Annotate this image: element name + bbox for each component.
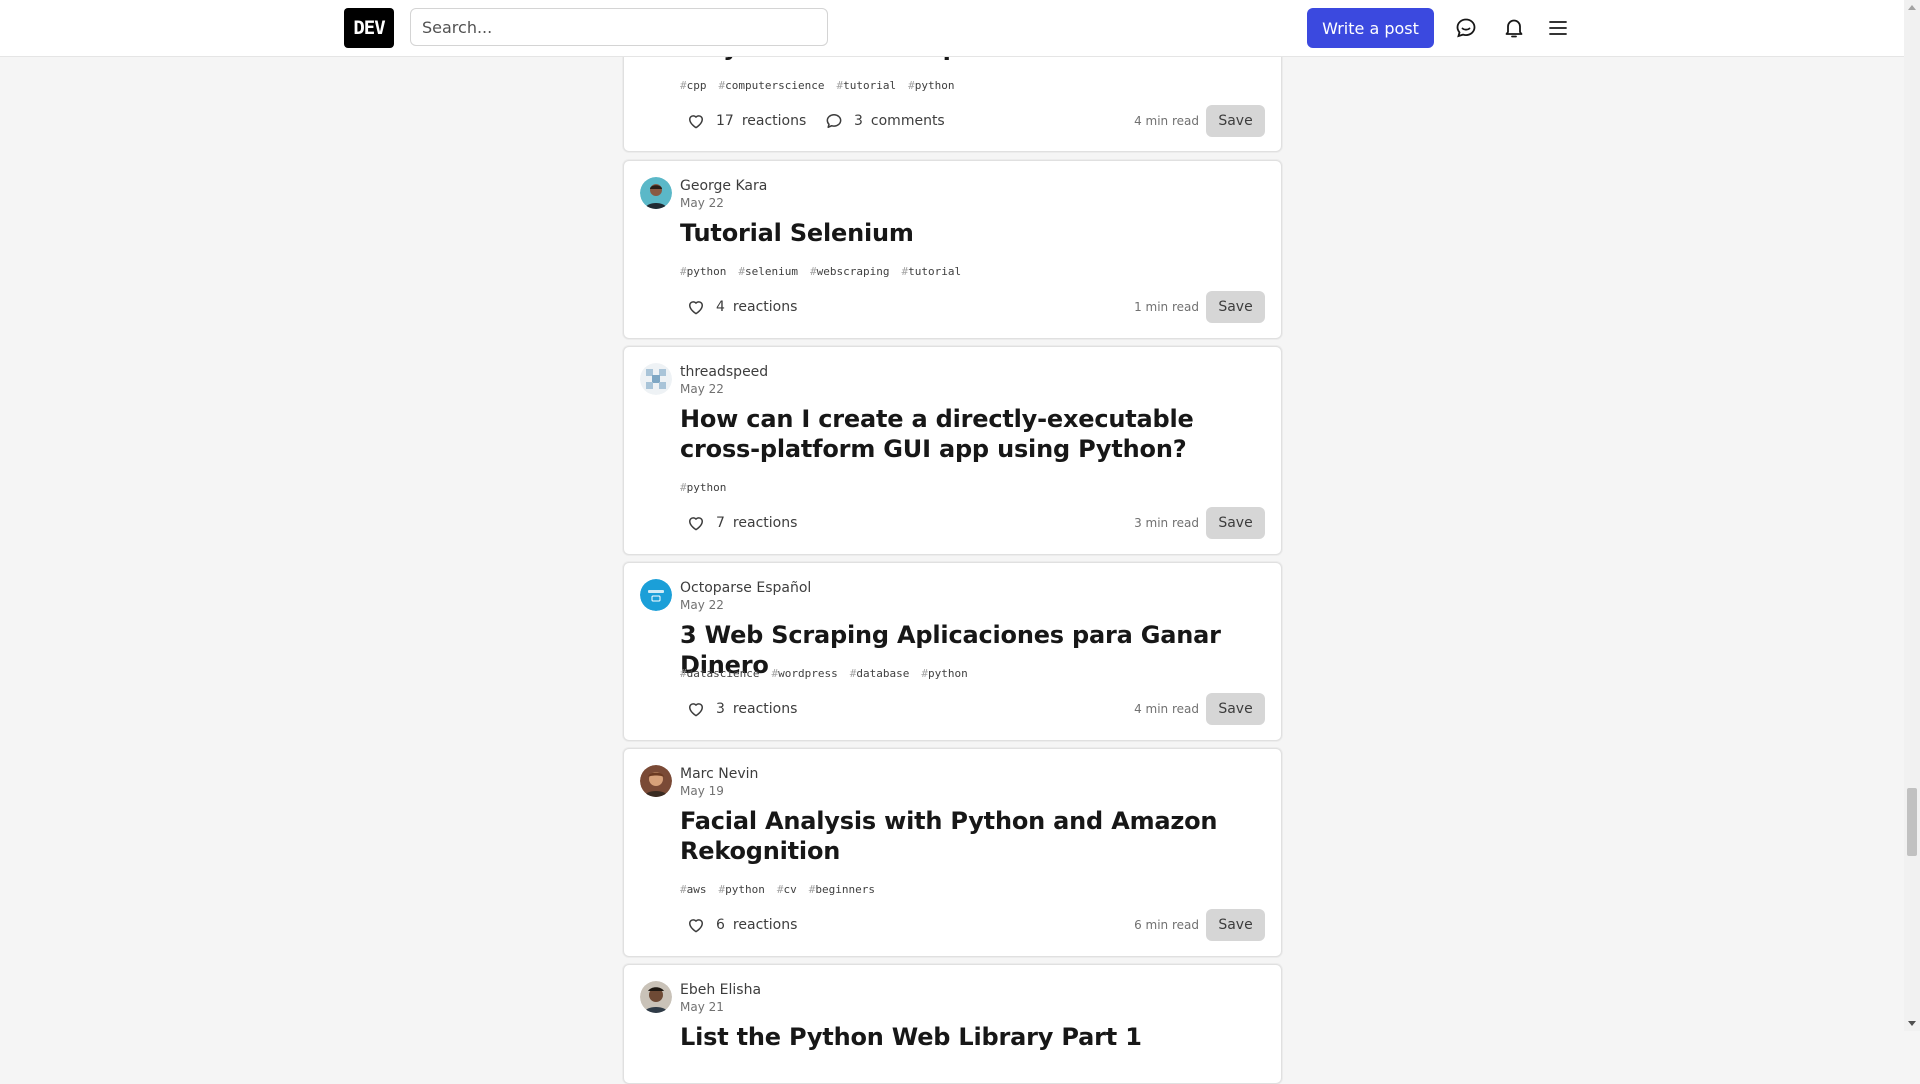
post-card[interactable]: George Kara May 22 Tutorial Selenium #py… xyxy=(623,160,1282,339)
save-button[interactable]: Save xyxy=(1206,291,1265,323)
post-title[interactable]: List the Python Web Library Part 1 xyxy=(680,1022,1240,1052)
read-time: 3 min read xyxy=(1134,516,1199,530)
comments-button[interactable]: 3 comments xyxy=(818,105,945,137)
post-footer: 3 reactions 4 min read Save xyxy=(680,693,1265,725)
save-button[interactable]: Save xyxy=(1206,507,1265,539)
author-avatar[interactable] xyxy=(640,765,672,797)
tag-link[interactable]: #python xyxy=(680,265,726,278)
comment-icon xyxy=(826,114,842,128)
write-post-button[interactable]: Write a post xyxy=(1307,8,1434,48)
post-footer: 17 reactions 3 comments 4 min read Save xyxy=(680,105,1265,137)
reactions-button[interactable]: 6 reactions xyxy=(680,909,797,941)
author-avatar[interactable] xyxy=(640,363,672,395)
post-card[interactable]: threadspeed May 22 How can I create a di… xyxy=(623,346,1282,555)
menu-icon[interactable] xyxy=(1542,12,1574,44)
read-time: 6 min read xyxy=(1134,918,1199,932)
heart-icon xyxy=(689,919,703,933)
post-tags: #python #selenium #webscraping #tutorial xyxy=(680,265,961,278)
post-card[interactable]: Octoparse Español May 22 3 Web Scraping … xyxy=(623,562,1282,741)
scroll-up-arrow-icon[interactable] xyxy=(1908,5,1916,10)
scroll-thumb[interactable] xyxy=(1907,788,1917,856)
post-date[interactable]: May 22 xyxy=(680,598,724,612)
author-name[interactable]: threadspeed xyxy=(680,363,768,381)
read-time: 4 min read xyxy=(1134,114,1199,128)
tag-link[interactable]: #cv xyxy=(777,883,797,896)
heart-icon xyxy=(689,703,703,717)
reactions-button[interactable]: 7 reactions xyxy=(680,507,797,539)
heart-icon xyxy=(689,301,703,315)
tag-link[interactable]: #webscraping xyxy=(810,265,889,278)
tag-link[interactable]: #computerscience xyxy=(719,79,825,92)
author-name[interactable]: Ebeh Elisha xyxy=(680,981,761,999)
tag-link[interactable]: #tutorial xyxy=(901,265,961,278)
tag-link[interactable]: #datascience xyxy=(680,667,759,680)
author-name[interactable]: Marc Nevin xyxy=(680,765,758,783)
dev-logo[interactable]: DEV xyxy=(344,8,394,48)
tag-link[interactable]: #tutorial xyxy=(836,79,896,92)
tag-link[interactable]: #database xyxy=(850,667,910,680)
author-avatar[interactable] xyxy=(640,981,672,1013)
tag-link[interactable]: #python xyxy=(680,481,726,494)
post-footer: 7 reactions 3 min read Save xyxy=(680,507,1265,539)
top-bar: DEV Write a post xyxy=(0,0,1904,57)
author-avatar[interactable] xyxy=(640,579,672,611)
tag-link[interactable]: #python xyxy=(908,79,954,92)
author-name[interactable]: Octoparse Español xyxy=(680,579,811,597)
reactions-button[interactable]: 4 reactions xyxy=(680,291,797,323)
tag-link[interactable]: #python xyxy=(921,667,967,680)
read-time: 4 min read xyxy=(1134,702,1199,716)
tag-link[interactable]: #cpp xyxy=(680,79,707,92)
post-card[interactable]: Ebeh Elisha May 21 List the Python Web L… xyxy=(623,964,1282,1084)
post-title[interactable]: How can I create a directly-executable c… xyxy=(680,404,1240,464)
reactions-button[interactable]: 17 reactions xyxy=(680,105,806,137)
post-tags: #python xyxy=(680,481,726,494)
post-date[interactable]: May 21 xyxy=(680,1000,724,1014)
post-footer: 6 reactions 6 min read Save xyxy=(680,909,1265,941)
post-tags: #datascience #wordpress #database #pytho… xyxy=(680,667,968,680)
heart-icon xyxy=(689,115,703,129)
tag-link[interactable]: #python xyxy=(719,883,765,896)
save-button[interactable]: Save xyxy=(1206,909,1265,941)
author-avatar[interactable] xyxy=(640,177,672,209)
tag-link[interactable]: #aws xyxy=(680,883,707,896)
post-tags: #cpp #computerscience #tutorial #python xyxy=(680,79,954,92)
save-button[interactable]: Save xyxy=(1206,693,1265,725)
connect-chat-icon[interactable] xyxy=(1450,12,1482,44)
tag-link[interactable]: #selenium xyxy=(738,265,798,278)
post-footer: 4 reactions 1 min read Save xyxy=(680,291,1265,323)
page-scrollbar[interactable] xyxy=(1904,0,1920,1031)
author-name[interactable]: George Kara xyxy=(680,177,767,195)
bell-icon[interactable] xyxy=(1498,12,1530,44)
tag-link[interactable]: #beginners xyxy=(809,883,875,896)
post-tags: #aws #python #cv #beginners xyxy=(680,883,875,896)
post-title[interactable]: Facial Analysis with Python and Amazon R… xyxy=(680,806,1240,866)
post-date[interactable]: May 22 xyxy=(680,382,724,396)
post-card[interactable]: Marc Nevin May 19 Facial Analysis with P… xyxy=(623,748,1282,957)
save-button[interactable]: Save xyxy=(1206,105,1265,137)
search-input[interactable] xyxy=(410,8,828,46)
post-title[interactable]: Tutorial Selenium xyxy=(680,218,1240,248)
tag-link[interactable]: #wordpress xyxy=(771,667,837,680)
post-date[interactable]: May 19 xyxy=(680,784,724,798)
reactions-button[interactable]: 3 reactions xyxy=(680,693,797,725)
heart-icon xyxy=(689,517,703,531)
read-time: 1 min read xyxy=(1134,300,1199,314)
scroll-down-arrow-icon[interactable] xyxy=(1908,1021,1916,1026)
post-date[interactable]: May 22 xyxy=(680,196,724,210)
